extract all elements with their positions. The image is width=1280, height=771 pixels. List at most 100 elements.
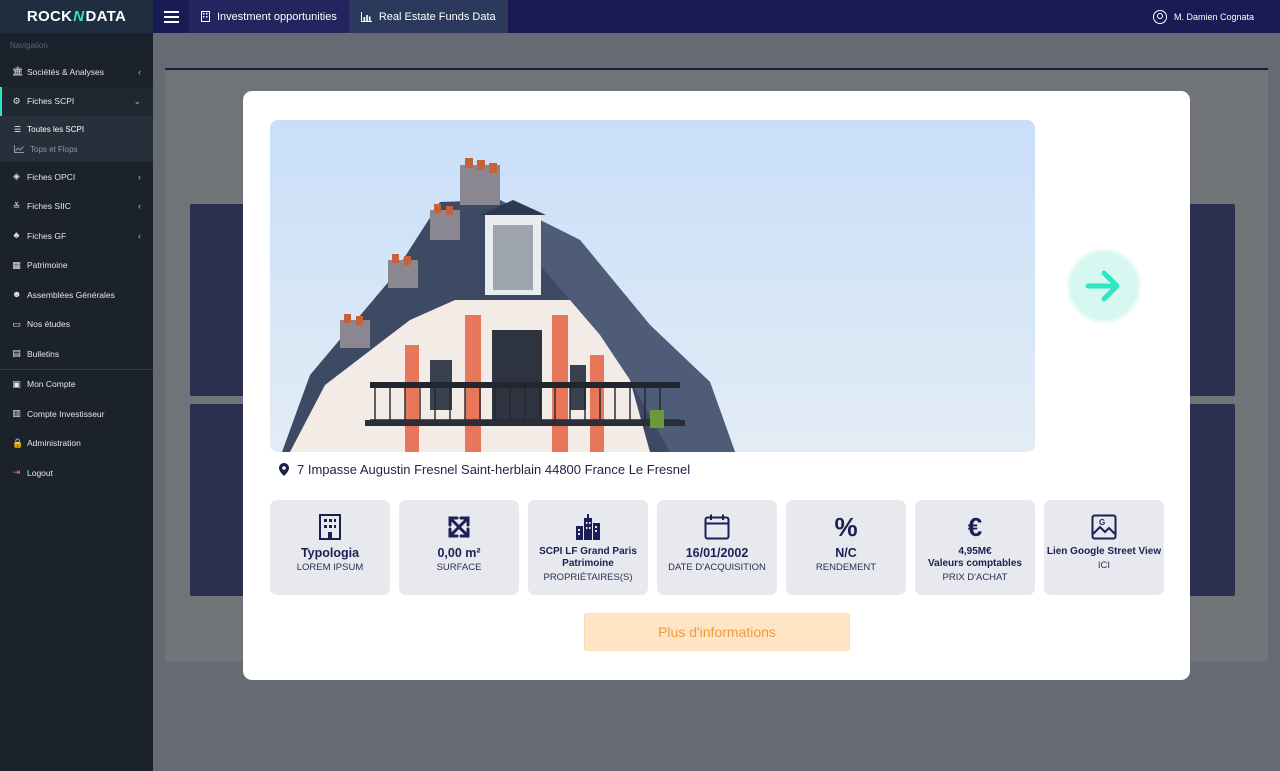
- sitemap-icon: ⚙: [12, 95, 21, 106]
- tree-icon: ♣: [13, 230, 20, 241]
- book-icon: ▤: [12, 348, 21, 359]
- sidebar-item-compte-investisseur[interactable]: ▥ Compte Investisseur: [0, 399, 153, 429]
- chevron-down-icon: ⌄: [133, 95, 141, 106]
- brand-text-left: ROCK: [26, 8, 73, 25]
- card-label: LOREM IPSUM: [296, 562, 364, 573]
- bank-icon: 🏛: [12, 66, 24, 77]
- property-modal: 7 Impasse Augustin Fresnel Saint-herblai…: [243, 91, 1190, 680]
- bar-chart-icon: ▥: [12, 408, 21, 419]
- user-name: M. Damien Cognata: [1173, 11, 1254, 22]
- svg-text:%: %: [834, 514, 857, 540]
- property-info-cards: Typologia LOREM IPSUM 0,00 m² SURFACE SC…: [270, 500, 1164, 595]
- sidebar: Navigation 🏛 Sociétés & Analyses ‹ ⚙ Fic…: [0, 33, 153, 771]
- nav-label: Real Estate Funds Data: [378, 10, 496, 23]
- sidebar-submenu: ☰ Toutes les SCPI Tops et Flops: [0, 116, 153, 162]
- calendar-icon: [704, 514, 730, 540]
- chevron-left-icon: ‹: [138, 201, 141, 212]
- building-icon: [319, 514, 341, 540]
- sidebar-subitem-label: Tops et Flops: [30, 144, 78, 154]
- next-photo-button[interactable]: [1070, 252, 1138, 320]
- expand-icon: [448, 516, 470, 538]
- lock-icon: 🔒: [12, 437, 24, 448]
- card-label: PRIX D'ACHAT: [942, 572, 1008, 583]
- sidebar-subitem-tops-flops[interactable]: Tops et Flops: [0, 139, 153, 159]
- user-circle-icon: [1152, 9, 1167, 24]
- brand-text-right: DATA: [85, 8, 127, 25]
- sidebar-item-label: Fiches SIIC: [27, 201, 71, 212]
- building-icon: [201, 11, 210, 22]
- card-value: 4,95M€: [958, 546, 992, 557]
- arrow-right-icon: [1085, 270, 1120, 302]
- euro-icon: €: [968, 514, 982, 540]
- chevron-left-icon: ‹: [138, 230, 141, 241]
- sidebar-item-logout[interactable]: ⇥ Logout: [0, 458, 153, 488]
- top-bar: ROCK N DATA Investment opportunities Real …: [0, 0, 1280, 33]
- svg-text:G: G: [1099, 518, 1105, 527]
- top-nav: Investment opportunities Real Estate Fun…: [189, 0, 508, 33]
- id-card-icon: ▣: [12, 378, 21, 389]
- percent-icon: %: [834, 514, 857, 540]
- card-value: SCPI LF Grand Paris Patrimoine: [539, 546, 637, 569]
- sidebar-item-administration[interactable]: 🔒 Administration: [0, 429, 153, 459]
- sidebar-item-fiches-siic[interactable]: ≚ Fiches SIIC ‹: [0, 192, 153, 222]
- sidebar-section-label: Navigation: [10, 41, 48, 50]
- sidebar-item-label: Compte Investisseur: [27, 408, 105, 419]
- users-icon: ☻: [12, 289, 22, 300]
- info-card-typologia: Typologia LOREM IPSUM: [270, 500, 390, 595]
- card-label: PROPRIÉTAIRES(S): [543, 572, 633, 583]
- info-card-rendement: % N/C RENDEMENT: [786, 500, 906, 595]
- sidebar-item-societes[interactable]: 🏛 Sociétés & Analyses ‹: [0, 57, 153, 87]
- card-value: Lien Google Street View: [1046, 546, 1162, 557]
- info-card-prix-achat: € 4,95M€ Valeurs comptables PRIX D'ACHAT: [915, 500, 1035, 595]
- property-photo: [270, 120, 1035, 452]
- nav-investment-opportunities[interactable]: Investment opportunities: [189, 0, 349, 33]
- card-label: DATE D'ACQUISITION: [668, 562, 766, 573]
- sign-out-icon: ⇥: [12, 467, 21, 478]
- menu-toggle-button[interactable]: [153, 0, 189, 33]
- sliders-icon: ≚: [12, 200, 21, 211]
- chart-icon: [360, 11, 372, 22]
- building-photo-illustration: [282, 158, 735, 452]
- sidebar-item-etudes[interactable]: ▭ Nos études: [0, 310, 153, 340]
- chevron-left-icon: ‹: [138, 66, 141, 77]
- sidebar-item-patrimoine[interactable]: ▦ Patrimoine: [0, 251, 153, 281]
- city-icon: [576, 514, 600, 540]
- brand-logo[interactable]: ROCK N DATA: [0, 0, 153, 33]
- card-label: RENDEMENT: [815, 562, 877, 573]
- sidebar-item-fiches-gf[interactable]: ♣ Fiches GF ‹: [0, 221, 153, 251]
- sidebar-item-fiches-opci[interactable]: ◈ Fiches OPCI ‹: [0, 162, 153, 192]
- sidebar-item-label: Mon Compte: [27, 379, 76, 390]
- more-info-button[interactable]: Plus d'informations: [584, 613, 850, 651]
- nav-label: Investment opportunities: [217, 10, 337, 23]
- sidebar-item-label: Sociétés & Analyses: [27, 66, 105, 77]
- chevron-left-icon: ‹: [138, 171, 141, 182]
- nav-real-estate-funds-data[interactable]: Real Estate Funds Data: [348, 0, 508, 33]
- info-card-street-view[interactable]: G Lien Google Street View ICI: [1044, 500, 1164, 595]
- building-icon: ▦: [12, 259, 21, 270]
- sidebar-item-label: Fiches SCPI: [27, 96, 75, 107]
- list-icon: ☰: [14, 124, 22, 134]
- sidebar-item-label: Nos études: [27, 319, 70, 330]
- info-card-proprietaires: SCPI LF Grand Paris Patrimoine PROPRIÉTA…: [528, 500, 648, 595]
- sidebar-item-label: Logout: [27, 467, 53, 478]
- sidebar-subitem-toutes-scpi[interactable]: ☰ Toutes les SCPI: [0, 119, 153, 139]
- sidebar-subitem-label: Toutes les SCPI: [27, 124, 85, 134]
- card-value: Typologia: [300, 546, 360, 560]
- sidebar-item-assemblees[interactable]: ☻ Assemblées Générales: [0, 280, 153, 310]
- property-address: 7 Impasse Augustin Fresnel Saint-herblai…: [279, 462, 690, 477]
- brand-text-mid: N: [73, 8, 85, 25]
- info-card-date-acquisition: 16/01/2002 DATE D'ACQUISITION: [657, 500, 777, 595]
- user-menu[interactable]: M. Damien Cognata: [1152, 0, 1254, 33]
- sidebar-item-mon-compte[interactable]: ▣ Mon Compte: [0, 370, 153, 400]
- map-pin-icon: [279, 463, 289, 476]
- sidebar-item-bulletins[interactable]: ▤ Bulletins: [0, 339, 153, 369]
- line-chart-icon: [14, 145, 24, 153]
- street-view-link[interactable]: ICI: [1098, 560, 1110, 572]
- sidebar-item-fiches-scpi[interactable]: ⚙ Fiches SCPI ⌄: [0, 86, 153, 116]
- svg-text:€: €: [968, 514, 982, 540]
- sidebar-item-label: Assemblées Générales: [27, 289, 115, 300]
- card-value-subtitle: Valeurs comptables: [928, 558, 1022, 569]
- address-text: 7 Impasse Augustin Fresnel Saint-herblai…: [297, 462, 691, 477]
- laptop-icon: ▭: [12, 318, 21, 329]
- card-value: N/C: [835, 546, 857, 560]
